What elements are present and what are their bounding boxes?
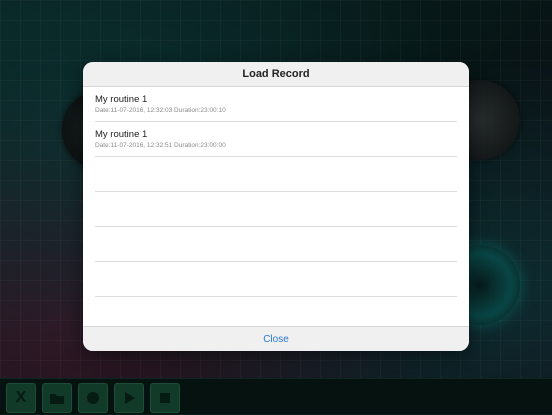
- empty-row: [95, 262, 457, 297]
- record-row[interactable]: My routine 1 Date:11-07-2016, 12:32:51 D…: [95, 122, 457, 157]
- record-meta: Date:11-07-2016, 12:32:51 Duration:23:00…: [95, 142, 226, 149]
- empty-row: [95, 157, 457, 192]
- record-meta: Date:11-07-2016, 12:32:03 Duration:23:00…: [95, 107, 226, 114]
- record-row[interactable]: My routine 1 Date:11-07-2016, 12:32:03 D…: [95, 87, 457, 122]
- dialog-title: Load Record: [242, 68, 310, 80]
- dialog-footer: Close: [83, 326, 469, 351]
- dialog-header: Load Record: [83, 62, 469, 87]
- record-list: My routine 1 Date:11-07-2016, 12:32:03 D…: [95, 87, 457, 297]
- record-name: My routine 1: [95, 94, 148, 105]
- record-name: My routine 1: [95, 129, 148, 140]
- load-record-dialog: Load Record My routine 1 Date:11-07-2016…: [83, 62, 469, 351]
- empty-row: [95, 227, 457, 262]
- close-button[interactable]: Close: [263, 334, 289, 345]
- empty-row: [95, 192, 457, 227]
